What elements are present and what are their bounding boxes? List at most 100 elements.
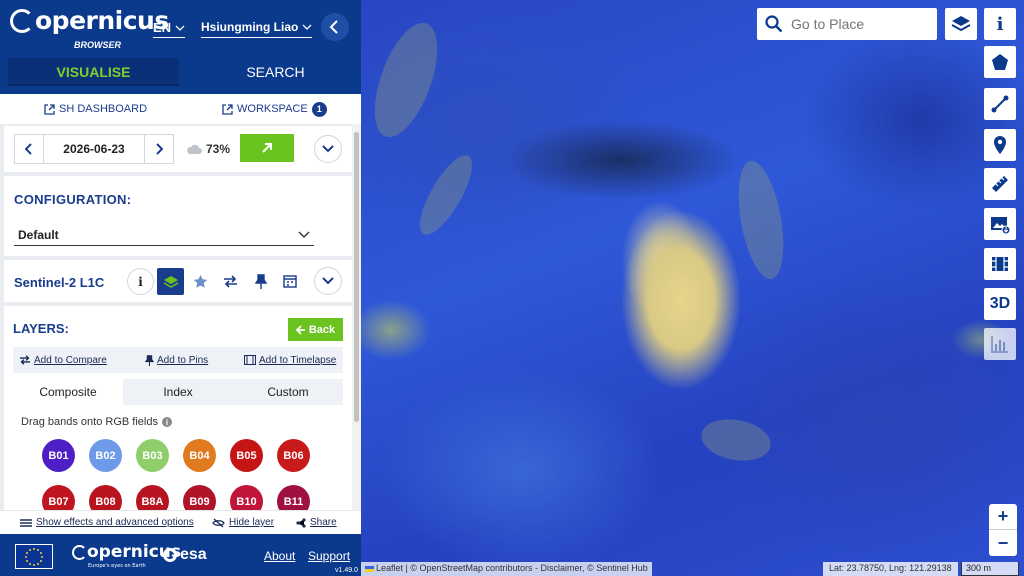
esa-mark-icon <box>163 548 177 562</box>
histogram-button[interactable] <box>984 328 1016 360</box>
date-picker: 2026-06-23 <box>14 134 174 164</box>
map-texture <box>410 148 482 242</box>
band-chip[interactable]: B03 <box>136 439 169 472</box>
compare-button[interactable] <box>217 268 244 295</box>
tab-visualise[interactable]: VISUALISE <box>8 58 179 86</box>
draw-line-button[interactable] <box>984 88 1016 120</box>
bar-chart-icon <box>991 336 1008 353</box>
external-link-icon <box>222 103 233 115</box>
eu-stars-icon <box>25 547 43 566</box>
add-to-pins-label: Add to Pins <box>157 354 209 366</box>
measure-button[interactable] <box>984 168 1016 200</box>
cloud-coverage-value: 73% <box>206 142 231 156</box>
expand-date-panel-button[interactable] <box>314 135 342 163</box>
configuration-select[interactable]: Default <box>14 224 314 246</box>
zoom-out-button[interactable]: − <box>989 530 1017 556</box>
scrollbar-thumb[interactable] <box>354 132 359 422</box>
tab-composite[interactable]: Composite <box>13 379 123 405</box>
layers-button[interactable] <box>157 268 184 295</box>
go-to-tile-button[interactable] <box>240 134 294 162</box>
ruler-icon <box>992 176 1008 192</box>
share-label: Share <box>310 517 337 528</box>
calendar-download-button[interactable] <box>277 268 304 295</box>
add-to-compare-label: Add to Compare <box>34 354 107 366</box>
expand-dataset-button[interactable] <box>314 267 342 295</box>
user-name: Hsiungming Liao <box>201 20 299 34</box>
user-menu[interactable]: Hsiungming Liao <box>201 20 312 38</box>
swap-arrows-icon <box>224 275 237 288</box>
workspace-link[interactable]: WORKSPACE 1 <box>222 101 327 117</box>
cloud-coverage: 73% <box>186 142 230 156</box>
pin-icon <box>145 354 154 366</box>
links-row: SH DASHBOARD WORKSPACE 1 <box>0 94 361 124</box>
band-chip[interactable]: B06 <box>277 439 310 472</box>
pentagon-icon <box>992 54 1008 70</box>
layer-actions: Add to Compare Add to Pins Add to Timela… <box>13 347 343 373</box>
sidebar-scrollbar[interactable] <box>352 124 361 514</box>
tab-index[interactable]: Index <box>123 379 233 405</box>
add-to-pins-button[interactable]: Add to Pins <box>145 355 208 366</box>
workspace-count-badge: 1 <box>311 101 327 117</box>
add-to-compare-button[interactable]: Add to Compare <box>19 355 107 366</box>
share-button[interactable]: Share <box>296 517 337 528</box>
image-download-button[interactable] <box>984 208 1016 240</box>
tab-search[interactable]: SEARCH <box>190 58 361 86</box>
map-texture <box>698 414 774 466</box>
show-effects-button[interactable]: Show effects and advanced options <box>20 517 194 528</box>
search-icon <box>765 15 783 33</box>
mode-tabs: Composite Index Custom <box>13 379 343 405</box>
band-chip[interactable]: B02 <box>89 439 122 472</box>
eu-flag-logo[interactable] <box>15 544 53 569</box>
date-panel: 2026-06-23 73% <box>4 126 352 172</box>
dataset-panel: Sentinel-2 L1C i <box>4 260 352 302</box>
collapse-sidebar-button[interactable] <box>321 13 349 41</box>
language-select[interactable]: EN <box>153 20 186 38</box>
draw-polygon-button[interactable] <box>984 46 1016 78</box>
info-button[interactable]: i <box>127 268 154 295</box>
info-tool-button[interactable]: i <box>984 8 1016 40</box>
chevron-left-icon <box>329 20 338 34</box>
sh-dashboard-label: SH DASHBOARD <box>59 103 148 115</box>
hide-layer-button[interactable]: Hide layer <box>212 517 274 528</box>
back-button[interactable]: Back <box>288 318 343 341</box>
sh-dashboard-link[interactable]: SH DASHBOARD <box>44 103 147 115</box>
3d-view-button[interactable]: 3D <box>984 288 1016 320</box>
share-icon <box>296 517 306 528</box>
map-view[interactable]: i 3D + − Leaflet | © OpenStreetMap contr… <box>361 0 1024 576</box>
favorite-button[interactable] <box>187 268 214 295</box>
pin-button[interactable] <box>247 268 274 295</box>
swap-arrows-icon <box>20 355 30 365</box>
next-date-button[interactable] <box>145 135 173 163</box>
copernicus-browser-logo[interactable]: opernicus BROWSER <box>10 6 169 50</box>
date-value[interactable]: 2026-06-23 <box>43 135 145 163</box>
sidebar-content: 2026-06-23 73% CONFIGURATION: Default Se… <box>0 124 352 514</box>
band-chip[interactable]: B05 <box>230 439 263 472</box>
configuration-panel: CONFIGURATION: Default <box>4 176 352 256</box>
place-marker-button[interactable] <box>984 129 1016 161</box>
about-link[interactable]: About <box>264 549 295 563</box>
base-layers-button[interactable] <box>945 8 977 40</box>
image-download-icon <box>991 217 1010 234</box>
sidebar: opernicus BROWSER EN Hsiungming Liao VIS… <box>0 0 361 576</box>
info-icon: i <box>138 274 143 289</box>
band-chip[interactable]: B04 <box>183 439 216 472</box>
place-search[interactable] <box>757 8 937 40</box>
attribution-text: Leaflet | © OpenStreetMap contributors -… <box>376 563 648 573</box>
support-link[interactable]: Support <box>308 549 350 563</box>
zoom-control: + − <box>989 504 1017 556</box>
film-icon <box>244 355 256 365</box>
tab-custom[interactable]: Custom <box>233 379 343 405</box>
drag-bands-hint: Drag bands onto RGB fields i <box>21 416 172 428</box>
add-to-timelapse-button[interactable]: Add to Timelapse <box>244 355 336 366</box>
external-link-icon <box>44 103 55 115</box>
timelapse-button[interactable] <box>984 248 1016 280</box>
version-label: v1.49.0 <box>335 567 358 574</box>
esa-logo[interactable]: esa <box>163 546 207 564</box>
band-chip[interactable]: B01 <box>42 439 75 472</box>
zoom-in-button[interactable]: + <box>989 504 1017 530</box>
configuration-title: CONFIGURATION: <box>14 192 132 207</box>
map-attribution: Leaflet | © OpenStreetMap contributors -… <box>361 562 652 576</box>
logo-text: opernicus <box>35 6 169 35</box>
previous-date-button[interactable] <box>15 135 43 163</box>
place-search-input[interactable] <box>789 15 929 33</box>
